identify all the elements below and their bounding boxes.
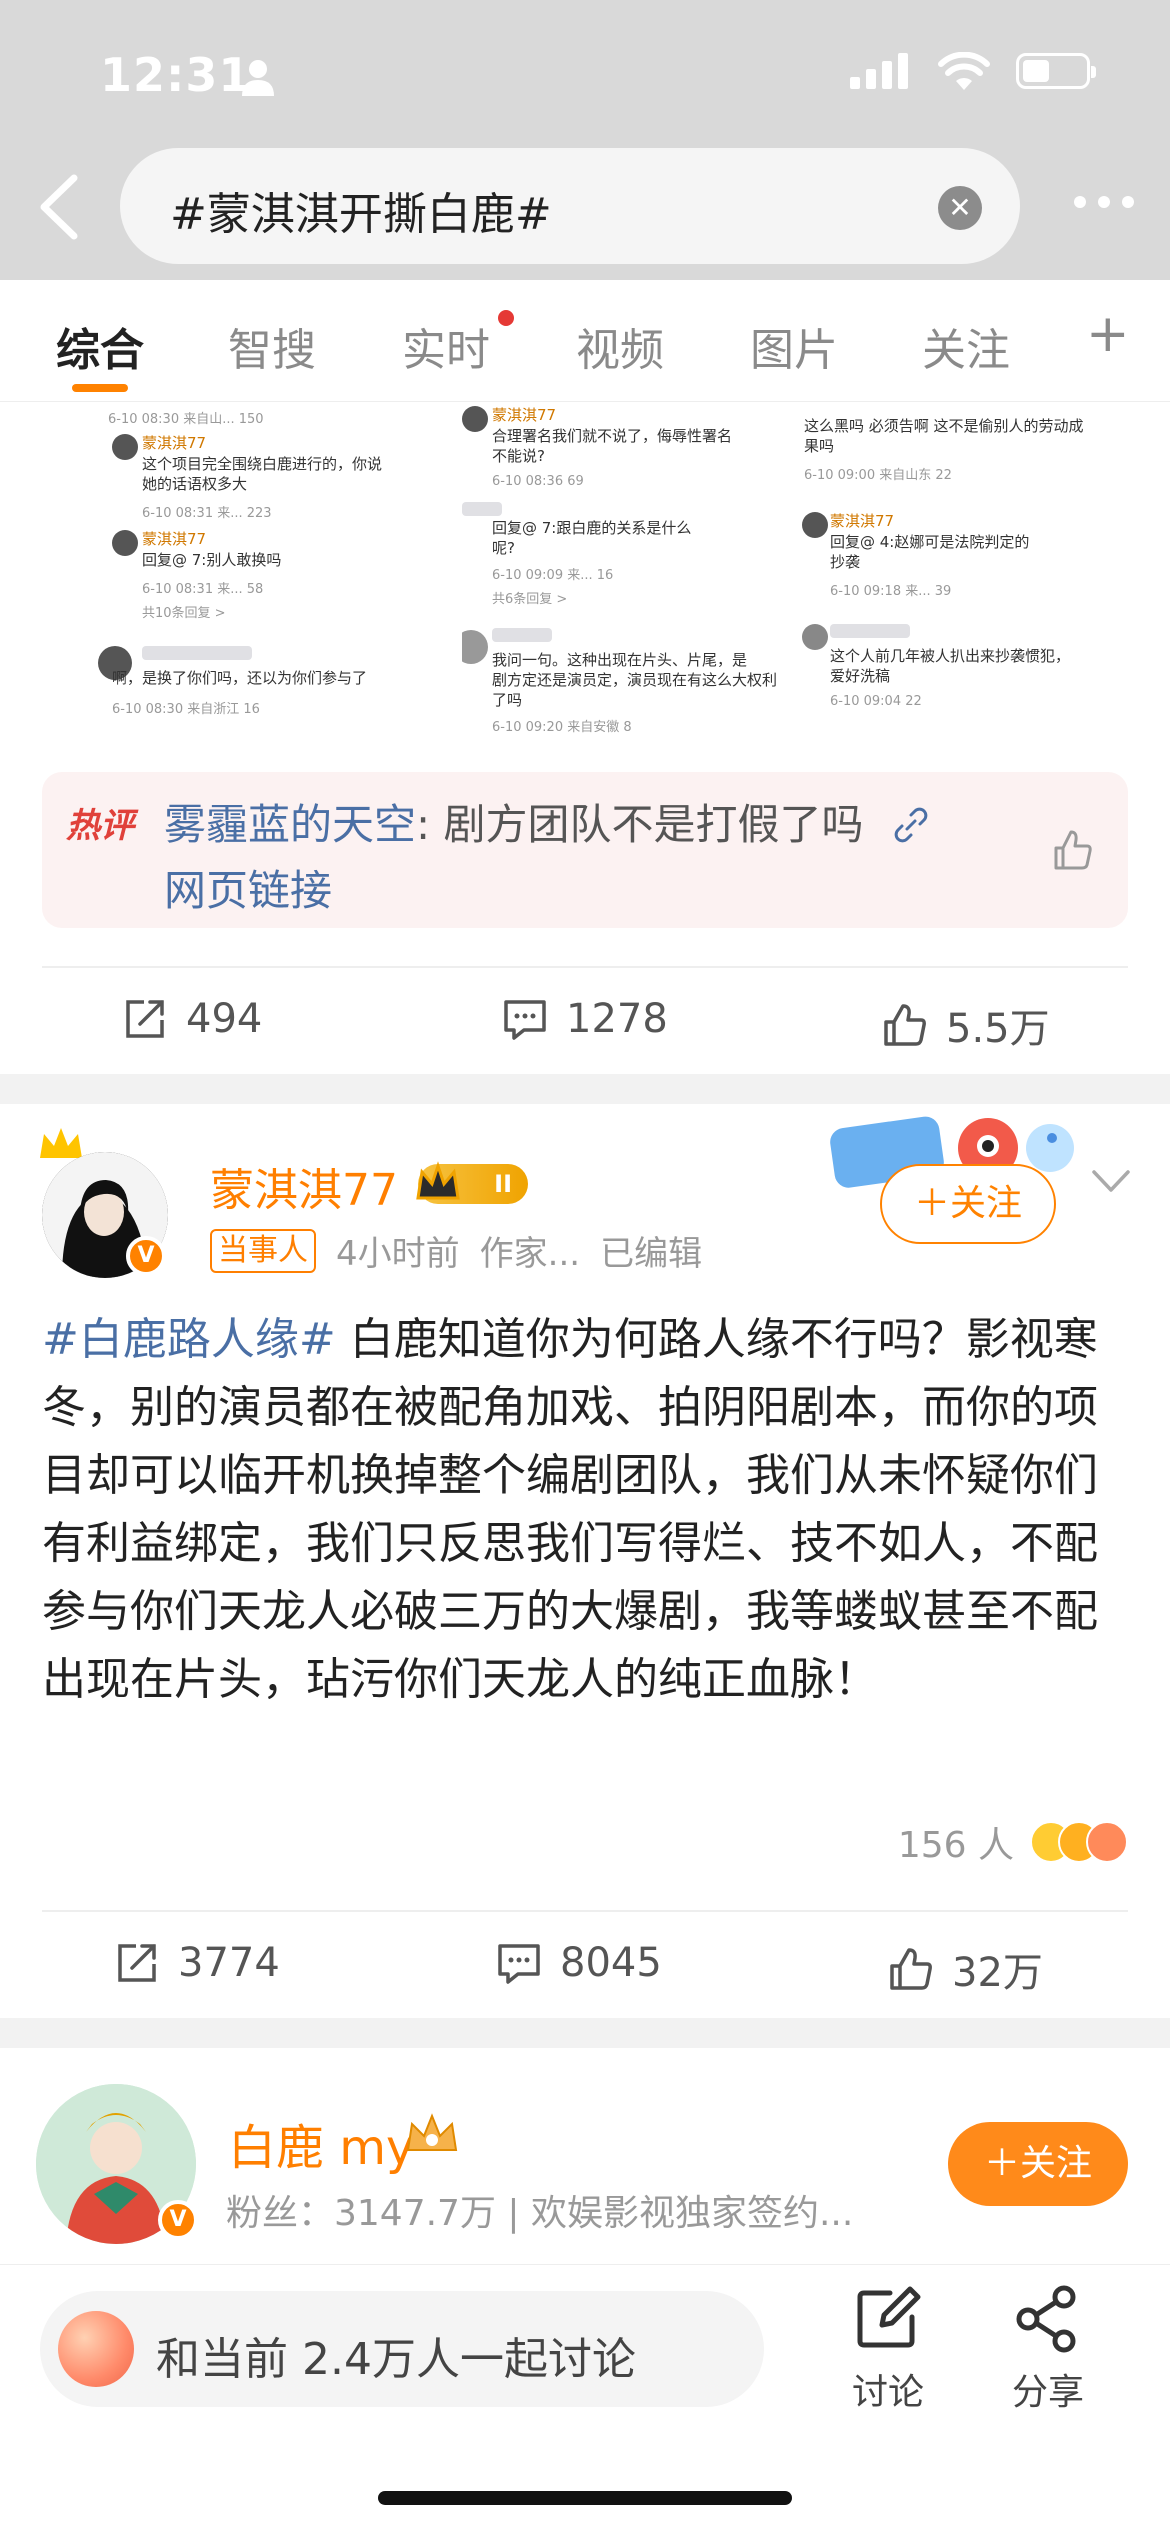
post-text: #白鹿路人缘# 白鹿知道你为何路人缘不行吗？影视寒冬，别的演员都在被配角加戏、拍… bbox=[42, 1306, 1132, 1714]
share-icon bbox=[126, 1000, 164, 1038]
discuss-button[interactable]: 讨论 bbox=[828, 2285, 948, 2415]
post1-comment-button[interactable]: 1278 bbox=[502, 996, 668, 1042]
tab-video[interactable]: 视频 bbox=[576, 314, 664, 378]
web-link[interactable]: 网页链接 bbox=[164, 866, 332, 915]
clear-search-icon[interactable]: ✕ bbox=[938, 186, 982, 230]
status-time: 12:31 bbox=[100, 48, 252, 102]
thumbs-up-icon bbox=[884, 1004, 926, 1046]
join-discussion-input[interactable]: 和当前 2.4万人一起讨论 bbox=[40, 2291, 764, 2407]
feed-divider bbox=[0, 2018, 1170, 2048]
share-icon bbox=[118, 1944, 156, 1982]
share-nodes-icon bbox=[1016, 2285, 1076, 2353]
post-source: 作家... bbox=[479, 1234, 581, 1274]
tab-following[interactable]: 关注 bbox=[922, 314, 1010, 378]
post1-comment-count: 1278 bbox=[566, 996, 668, 1042]
post1-like-button[interactable]: 5.5万 bbox=[882, 996, 1050, 1054]
edit-icon bbox=[857, 2286, 921, 2348]
person-icon bbox=[242, 60, 274, 96]
verified-badge-icon: V bbox=[126, 1236, 166, 1276]
home-indicator bbox=[378, 2491, 792, 2505]
reaction-count: 156 人 bbox=[897, 1825, 1014, 1866]
hot-comment[interactable]: 热评 雾霾蓝的天空: 剧方团队不是打假了吗 网页链接 bbox=[42, 772, 1128, 928]
cellular-signal-icon bbox=[850, 53, 908, 89]
follow-button[interactable]: ＋关注 bbox=[880, 1164, 1056, 1244]
bottom-bar: 和当前 2.4万人一起讨论 讨论 分享 bbox=[0, 2264, 1170, 2532]
active-tab-indicator bbox=[72, 384, 128, 392]
share-button[interactable]: 分享 bbox=[988, 2285, 1108, 2415]
thumbs-up-icon bbox=[890, 1948, 932, 1990]
tab-smart-search[interactable]: 智搜 bbox=[228, 314, 316, 378]
discussion-prompt: 和当前 2.4万人一起讨论 bbox=[156, 2334, 636, 2385]
post1-share-button[interactable]: 494 bbox=[122, 996, 262, 1042]
post-author-name[interactable]: 蒙淇淇77 bbox=[210, 1154, 398, 1218]
search-input[interactable]: #蒙淇淇开撕白鹿# ✕ bbox=[120, 148, 1020, 264]
comment-screenshot-1[interactable]: 6-10 08:30 来自山... 150 蒙淇淇77 这个项目完全围绕白鹿进行… bbox=[98, 402, 428, 734]
search-tabs: 综合 智搜 实时 视频 图片 关注 + bbox=[0, 280, 1170, 402]
post2-action-bar: 3774 8045 32万 bbox=[42, 1910, 1128, 2010]
hot-comment-text: 雾霾蓝的天空: 剧方团队不是打假了吗 网页链接 bbox=[164, 792, 1044, 924]
user-name[interactable]: 白鹿 my bbox=[228, 2108, 414, 2178]
post2-like-button[interactable]: 32万 bbox=[888, 1940, 1043, 1998]
member-crown-icon bbox=[406, 2113, 458, 2151]
tab-comprehensive[interactable]: 综合 bbox=[56, 314, 144, 378]
post2-comment-button[interactable]: 8045 bbox=[496, 1940, 662, 1986]
post1-action-bar: 494 1278 5.5万 bbox=[42, 966, 1128, 1066]
chevron-down-icon[interactable] bbox=[1090, 1166, 1132, 1196]
post2-comment-count: 8045 bbox=[560, 1940, 662, 1986]
user-fans-info: 粉丝：3147.7万 | 欢娱影视独家签约... bbox=[226, 2193, 854, 2234]
hot-comment-body: : 剧方团队不是打假了吗 bbox=[416, 800, 864, 849]
peach-avatar-icon bbox=[58, 2311, 134, 2387]
post1-like-count: 5.5万 bbox=[946, 1006, 1050, 1052]
post-body-text: 白鹿知道你为何路人缘不行吗？影视寒冬，别的演员都在被配角加戏、拍阴阳剧本，而你的… bbox=[42, 1314, 1098, 1705]
post2-share-count: 3774 bbox=[178, 1940, 280, 1986]
verified-badge-icon: V bbox=[158, 2200, 198, 2240]
tab-images[interactable]: 图片 bbox=[750, 314, 838, 378]
search-query: #蒙淇淇开撕白鹿# bbox=[170, 189, 552, 240]
add-tab-icon[interactable]: + bbox=[1086, 304, 1130, 364]
back-arrow-icon[interactable] bbox=[30, 172, 90, 242]
hashtag-link[interactable]: #白鹿路人缘# bbox=[42, 1314, 336, 1365]
battery-icon bbox=[1016, 53, 1096, 89]
share-label: 分享 bbox=[1011, 2372, 1084, 2413]
reaction-summary[interactable]: 156 人 bbox=[898, 1816, 1128, 1868]
post-image-grid[interactable]: 6-10 08:30 来自山... 150 蒙淇淇77 这个项目完全围绕白鹿进行… bbox=[90, 402, 1130, 734]
comment-icon bbox=[504, 1000, 546, 1040]
top-bar: 12:31 #蒙淇淇开撕白鹿# ✕ bbox=[0, 0, 1170, 280]
link-icon bbox=[894, 807, 928, 843]
hot-comment-like-icon[interactable] bbox=[1050, 828, 1094, 872]
post2-share-button[interactable]: 3774 bbox=[114, 1940, 280, 1986]
comment-screenshot-2[interactable]: 蒙淇淇77 合理署名我们就不说了，侮辱性署名 不能说? 6-10 08:36 6… bbox=[462, 402, 792, 734]
hot-comment-user[interactable]: 雾霾蓝的天空 bbox=[164, 800, 416, 849]
reaction-emojis bbox=[1030, 1821, 1128, 1863]
realtime-notification-dot bbox=[498, 310, 514, 326]
more-options-icon[interactable] bbox=[1074, 196, 1134, 208]
post-edited: 已编辑 bbox=[600, 1234, 703, 1274]
post1-share-count: 494 bbox=[186, 996, 263, 1042]
status-icons bbox=[850, 52, 1096, 90]
role-tag: 当事人 bbox=[210, 1228, 316, 1273]
tab-realtime[interactable]: 实时 bbox=[402, 314, 490, 378]
member-crown-icon bbox=[416, 1161, 460, 1200]
kiss-emoji-icon bbox=[1086, 1821, 1128, 1863]
follow-button[interactable]: ＋关注 bbox=[948, 2122, 1128, 2206]
feed-divider bbox=[0, 1074, 1170, 1104]
post-time: 4小时前 bbox=[336, 1234, 460, 1274]
wifi-icon bbox=[938, 52, 990, 90]
post-meta: 当事人 4小时前 作家... 已编辑 bbox=[210, 1226, 702, 1275]
hot-comment-badge: 热评 bbox=[66, 806, 134, 846]
comment-icon bbox=[498, 1944, 540, 1984]
post2-like-count: 32万 bbox=[952, 1950, 1043, 1996]
discuss-label: 讨论 bbox=[851, 2372, 924, 2413]
comment-screenshot-3[interactable]: 这么黑吗 必须告啊 这不是偷别人的劳动成 果吗 6-10 09:00 来自山东 … bbox=[792, 402, 1122, 734]
